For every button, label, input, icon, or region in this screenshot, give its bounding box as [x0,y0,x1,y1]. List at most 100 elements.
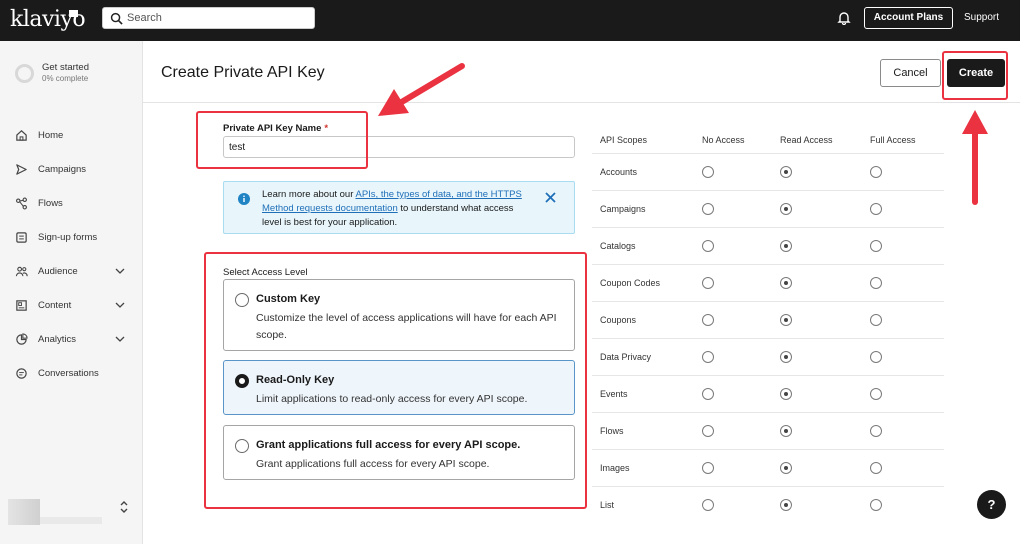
scope-radio-no-access[interactable] [702,351,714,363]
required-mark: * [324,123,329,134]
scope-radio-full-access[interactable] [870,314,882,326]
radio-button-selected[interactable] [235,374,249,388]
column-header: Read Access [780,135,833,145]
cancel-button[interactable]: Cancel [880,59,941,87]
option-title: Read-Only Key [256,374,335,386]
option-full-access-key[interactable]: Grant applications full access for every… [223,425,575,480]
scope-radio-no-access[interactable] [702,499,714,511]
scope-row: Campaigns [592,190,944,227]
info-text: Learn more about our APIs, the types of … [262,189,522,228]
option-title: Grant applications full access for every… [256,439,521,451]
scope-radio-no-access[interactable] [702,277,714,289]
scope-row: Flows [592,412,944,449]
scope-radio-read-access[interactable] [780,240,792,252]
account-plans-button[interactable]: Account Plans [864,7,953,29]
scope-radio-read-access[interactable] [780,166,792,178]
column-header: Full Access [870,135,916,145]
search-input[interactable]: Search [102,7,315,29]
scope-radio-no-access[interactable] [702,425,714,437]
sidebar-item-label: Campaigns [38,164,87,175]
access-level-label: Select Access Level [223,267,308,278]
option-custom-key[interactable]: Custom Key Customize the level of access… [223,279,575,351]
scope-name: Events [600,389,628,399]
sidebar-item-campaigns[interactable]: Campaigns [0,157,143,183]
scope-name: Catalogs [600,241,636,251]
radio-button[interactable] [235,439,249,453]
account-name-redacted [40,517,102,524]
scope-row: List [592,486,944,523]
scope-radio-full-access[interactable] [870,351,882,363]
key-name-input[interactable] [223,136,575,158]
sidebar-item-signup-forms[interactable]: Sign-up forms [0,225,143,251]
progress-ring-icon[interactable] [15,64,34,83]
scope-radio-full-access[interactable] [870,277,882,289]
scope-row: Data Privacy [592,338,944,375]
sidebar-item-home[interactable]: Home [0,123,143,149]
create-button[interactable]: Create [947,59,1005,87]
scope-radio-full-access[interactable] [870,425,882,437]
scope-radio-read-access[interactable] [780,314,792,326]
sidebar-item-label: Content [38,300,72,311]
scope-name: Coupons [600,315,637,325]
scope-radio-no-access[interactable] [702,166,714,178]
sidebar-item-conversations[interactable]: Conversations [0,361,143,387]
top-bar: klaviyo Search Account Plans Support [0,0,1020,41]
sidebar: Get started 0% complete Home Campaigns F… [0,41,143,544]
form-icon [16,232,27,243]
sidebar-item-label: Home [38,130,64,141]
scope-radio-no-access[interactable] [702,462,714,474]
scope-row: Coupons [592,301,944,338]
scope-radio-full-access[interactable] [870,166,882,178]
scope-radio-full-access[interactable] [870,499,882,511]
column-header: No Access [702,135,745,145]
close-icon[interactable] [544,191,557,204]
column-header: API Scopes [600,135,648,145]
chevron-down-icon [115,302,125,308]
scope-radio-no-access[interactable] [702,314,714,326]
scope-radio-no-access[interactable] [702,240,714,252]
get-started-title[interactable]: Get started [42,62,89,73]
help-button[interactable]: ? [977,490,1006,519]
scope-radio-full-access[interactable] [870,462,882,474]
scope-radio-read-access[interactable] [780,425,792,437]
send-icon [16,164,27,175]
scope-row: Accounts [592,153,944,190]
support-link[interactable]: Support [964,12,999,23]
scope-radio-read-access[interactable] [780,462,792,474]
scope-radio-full-access[interactable] [870,203,882,215]
sidebar-item-flows[interactable]: Flows [0,191,143,217]
home-icon [16,130,27,141]
scope-radio-no-access[interactable] [702,388,714,400]
sidebar-item-content[interactable]: Content [0,293,143,319]
sidebar-item-label: Flows [38,198,63,209]
scope-radio-read-access[interactable] [780,203,792,215]
scope-name: Coupon Codes [600,278,661,288]
sidebar-item-audience[interactable]: Audience [0,259,143,285]
notification-bell-icon[interactable] [837,11,851,25]
scope-name: Accounts [600,167,638,177]
scope-radio-read-access[interactable] [780,388,792,400]
search-icon [110,12,123,25]
account-switcher-icon[interactable] [119,499,129,515]
scope-radio-full-access[interactable] [870,240,882,252]
scope-row: Images [592,449,944,486]
logo-flag-icon [69,10,78,17]
get-started-progress: 0% complete [42,74,89,83]
scope-row: Events [592,375,944,412]
sidebar-item-analytics[interactable]: Analytics [0,327,143,353]
key-name-label: Private API Key Name * [223,123,329,134]
scope-radio-read-access[interactable] [780,499,792,511]
annotation-arrowhead [962,110,988,134]
scope-name: Data Privacy [600,352,652,362]
scope-radio-no-access[interactable] [702,203,714,215]
chart-icon [16,333,28,345]
account-avatar[interactable] [8,499,40,525]
radio-button[interactable] [235,293,249,307]
scope-radio-read-access[interactable] [780,351,792,363]
scope-radio-read-access[interactable] [780,277,792,289]
option-read-only-key[interactable]: Read-Only Key Limit applications to read… [223,360,575,415]
scope-row: Catalogs [592,227,944,264]
page-title: Create Private API Key [161,64,325,81]
chat-icon [16,368,27,379]
scope-radio-full-access[interactable] [870,388,882,400]
